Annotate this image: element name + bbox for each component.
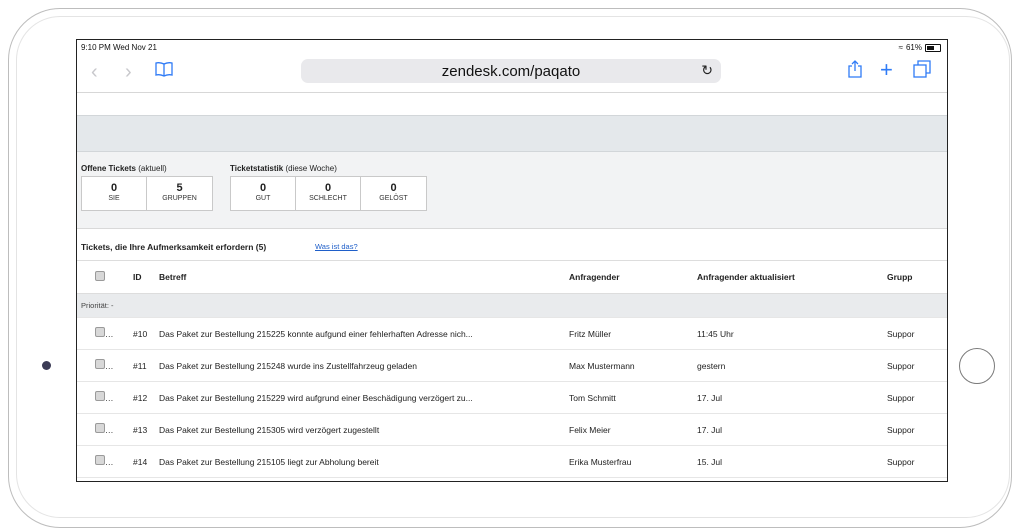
battery-percent: 61%	[905, 43, 922, 52]
page-top-strip	[77, 93, 947, 115]
ticket-subject[interactable]: Das Paket zur Bestellung 215105 liegt zu…	[159, 445, 569, 478]
table-row[interactable]: N#10Das Paket zur Bestellung 215225 konn…	[77, 317, 947, 350]
stat-value: 0	[324, 182, 332, 194]
open-tickets-title: Offene Tickets (aktuell)	[81, 164, 167, 173]
table-row[interactable]: N#13Das Paket zur Bestellung 215305 wird…	[77, 413, 947, 446]
tabs-icon[interactable]	[913, 60, 931, 84]
stat-value: 5	[176, 182, 183, 194]
help-link[interactable]: Was ist das?	[315, 242, 358, 251]
stat-label: SCHLECHT	[309, 195, 347, 202]
tickets-table: ID Betreff Anfragender Anfragender aktua…	[77, 260, 947, 478]
ticket-group: Suppor	[887, 381, 947, 414]
stat-value: 0	[110, 182, 118, 194]
ticket-id: #14	[133, 445, 159, 478]
status-right: ≈ 61%	[899, 43, 941, 52]
dashboard-stats: Offene Tickets (aktuell) 0 SIE 5 GRUPPEN…	[77, 152, 947, 229]
ticket-stats-title: Ticketstatistik (diese Woche)	[230, 164, 337, 173]
ticket-id: #11	[133, 349, 159, 382]
ticket-id: #13	[133, 413, 159, 446]
header-bar	[77, 115, 947, 152]
reload-icon[interactable]: ↻	[701, 62, 713, 79]
ticket-requester[interactable]: Max Mustermann	[569, 349, 697, 382]
row-checkbox[interactable]: N	[77, 349, 133, 382]
table-row[interactable]: N#14Das Paket zur Bestellung 215105 lieg…	[77, 445, 947, 478]
home-button[interactable]	[959, 348, 995, 384]
url-text: zendesk.com/paqato	[441, 63, 581, 80]
ticket-updated: gestern	[697, 349, 887, 382]
row-checkbox[interactable]: N	[77, 445, 133, 478]
stat-label: GELÖST	[379, 195, 408, 202]
ticket-stats-group: Ticketstatistik (diese Woche) 0 GUT 0 SC…	[230, 164, 427, 211]
stat-sie[interactable]: 0 SIE	[82, 177, 147, 210]
column-header-id[interactable]: ID	[133, 260, 159, 294]
stat-value: 0	[259, 182, 267, 194]
new-tab-icon[interactable]: +	[880, 57, 893, 83]
stat-label: GRUPPEN	[162, 195, 197, 202]
row-checkbox[interactable]: N	[77, 317, 133, 350]
open-tickets-group: Offene Tickets (aktuell) 0 SIE 5 GRUPPEN	[81, 164, 213, 211]
ticket-subject[interactable]: Das Paket zur Bestellung 215225 konnte a…	[159, 317, 569, 350]
share-icon[interactable]	[848, 60, 862, 84]
ticket-group: Suppor	[887, 349, 947, 382]
priority-label: Priorität: -	[77, 293, 947, 318]
select-all-checkbox[interactable]	[77, 260, 133, 294]
column-header-subject[interactable]: Betreff	[159, 260, 569, 294]
browser-toolbar: ‹ › zendesk.com/paqato ↻ +	[77, 54, 947, 93]
stat-geloest[interactable]: 0 GELÖST	[361, 177, 426, 210]
stat-label: GUT	[255, 195, 271, 202]
table-row[interactable]: N#11Das Paket zur Bestellung 215248 wurd…	[77, 349, 947, 382]
ticket-id: #12	[133, 381, 159, 414]
priority-group-row: Priorität: -	[77, 293, 947, 318]
ticket-updated: 11:45 Uhr	[697, 317, 887, 350]
screen: 9:10 PM Wed Nov 21 ≈ 61% ‹ › zendesk.com…	[77, 40, 947, 481]
battery-icon	[925, 43, 941, 52]
column-header-updated[interactable]: Anfragender aktualisiert	[697, 260, 887, 294]
address-bar[interactable]: zendesk.com/paqato ↻	[301, 59, 721, 83]
ticket-subject[interactable]: Das Paket zur Bestellung 215305 wird ver…	[159, 413, 569, 446]
ticket-requester[interactable]: Erika Musterfrau	[569, 445, 697, 478]
camera	[42, 361, 51, 370]
ticket-group: Suppor	[887, 445, 947, 478]
ticket-subject[interactable]: Das Paket zur Bestellung 215248 wurde in…	[159, 349, 569, 382]
ticket-requester[interactable]: Tom Schmitt	[569, 381, 697, 414]
back-icon[interactable]: ‹	[91, 61, 98, 84]
stat-schlecht[interactable]: 0 SCHLECHT	[296, 177, 361, 210]
column-header-group[interactable]: Grupp	[887, 260, 947, 294]
stat-gruppen[interactable]: 5 GRUPPEN	[147, 177, 212, 210]
ticket-updated: 17. Jul	[697, 381, 887, 414]
wifi-icon: ≈	[898, 43, 903, 52]
tickets-section-title: Tickets, die Ihre Aufmerksamkeit erforde…	[81, 242, 267, 252]
ticket-subject[interactable]: Das Paket zur Bestellung 215229 wird auf…	[159, 381, 569, 414]
column-header-requester[interactable]: Anfragender	[569, 260, 697, 294]
ticket-updated: 15. Jul	[697, 445, 887, 478]
tickets-section-header: Tickets, die Ihre Aufmerksamkeit erforde…	[77, 229, 947, 260]
stat-value: 0	[390, 182, 397, 194]
table-header-row: ID Betreff Anfragender Anfragender aktua…	[77, 260, 947, 294]
ticket-updated: 17. Jul	[697, 413, 887, 446]
ticket-requester[interactable]: Fritz Müller	[569, 317, 697, 350]
table-row[interactable]: N#12Das Paket zur Bestellung 215229 wird…	[77, 381, 947, 414]
row-checkbox[interactable]: N	[77, 381, 133, 414]
status-bar: 9:10 PM Wed Nov 21 ≈ 61%	[77, 40, 947, 54]
status-time: 9:10 PM Wed Nov 21	[81, 43, 157, 52]
ticket-requester[interactable]: Felix Meier	[569, 413, 697, 446]
stat-label: SIE	[108, 195, 120, 202]
ticket-group: Suppor	[887, 413, 947, 446]
ticket-group: Suppor	[887, 317, 947, 350]
ticket-id: #10	[133, 317, 159, 350]
bookmarks-icon[interactable]	[155, 60, 173, 83]
row-checkbox[interactable]: N	[77, 413, 133, 446]
stat-gut[interactable]: 0 GUT	[231, 177, 296, 210]
forward-icon[interactable]: ›	[125, 61, 132, 84]
